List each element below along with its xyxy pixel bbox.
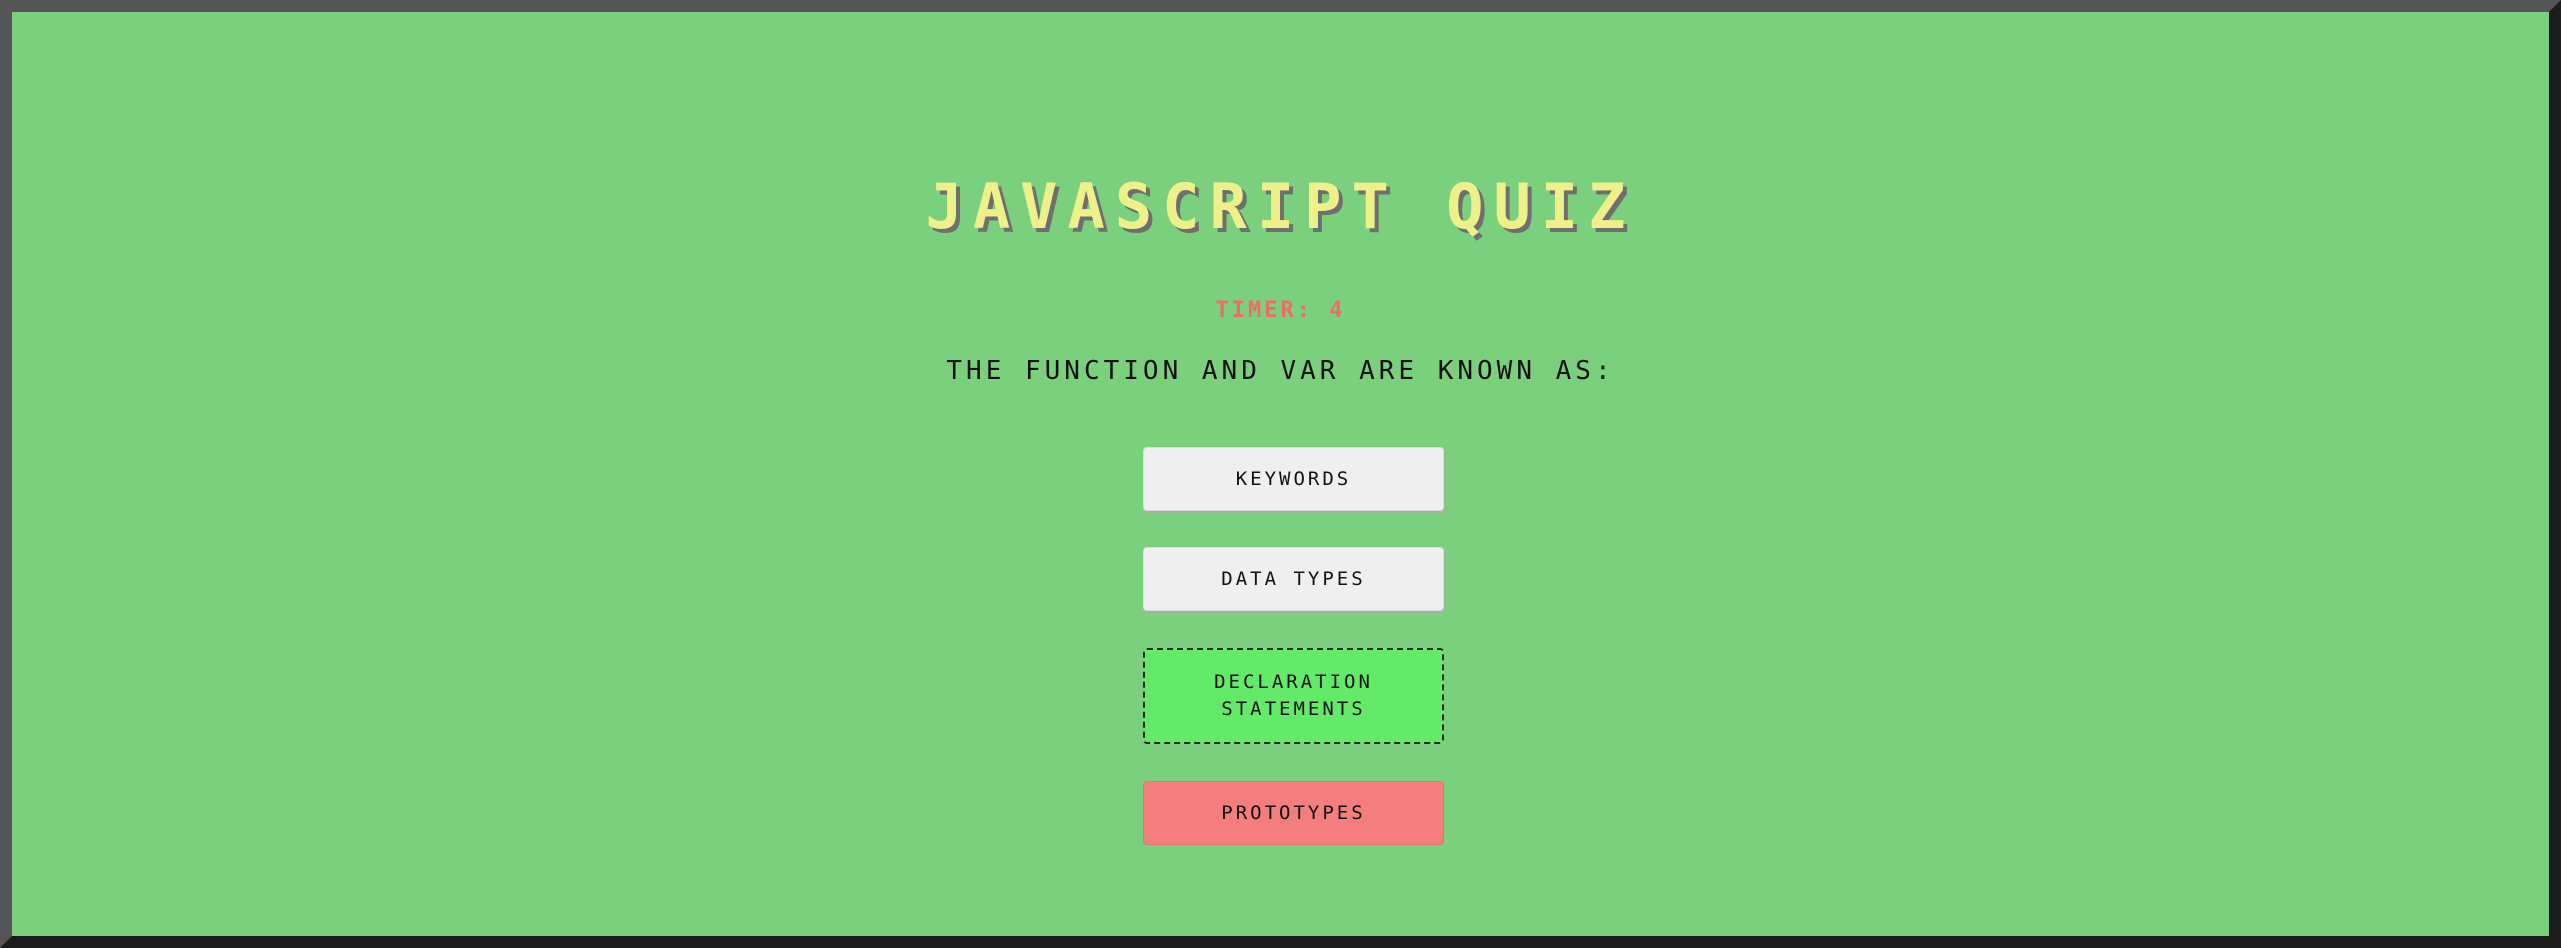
answer-button-keywords[interactable]: KEYWORDS — [1143, 447, 1444, 511]
answer-button-prototypes[interactable]: PROTOTYPES — [1143, 781, 1444, 845]
page-title: JAVASCRIPT QUIZ — [925, 170, 1636, 243]
quiz-screen: JAVASCRIPT QUIZ TIMER: 4 THE FUNCTION AN… — [12, 12, 2549, 936]
window-frame: JAVASCRIPT QUIZ TIMER: 4 THE FUNCTION AN… — [0, 0, 2561, 948]
answer-button-declaration-statements[interactable]: DECLARATION STATEMENTS — [1143, 648, 1444, 744]
timer-display: TIMER: 4 — [1215, 298, 1346, 323]
question-text: THE FUNCTION AND VAR ARE KNOWN AS: — [946, 356, 1615, 386]
answer-button-data-types[interactable]: DATA TYPES — [1143, 547, 1444, 611]
